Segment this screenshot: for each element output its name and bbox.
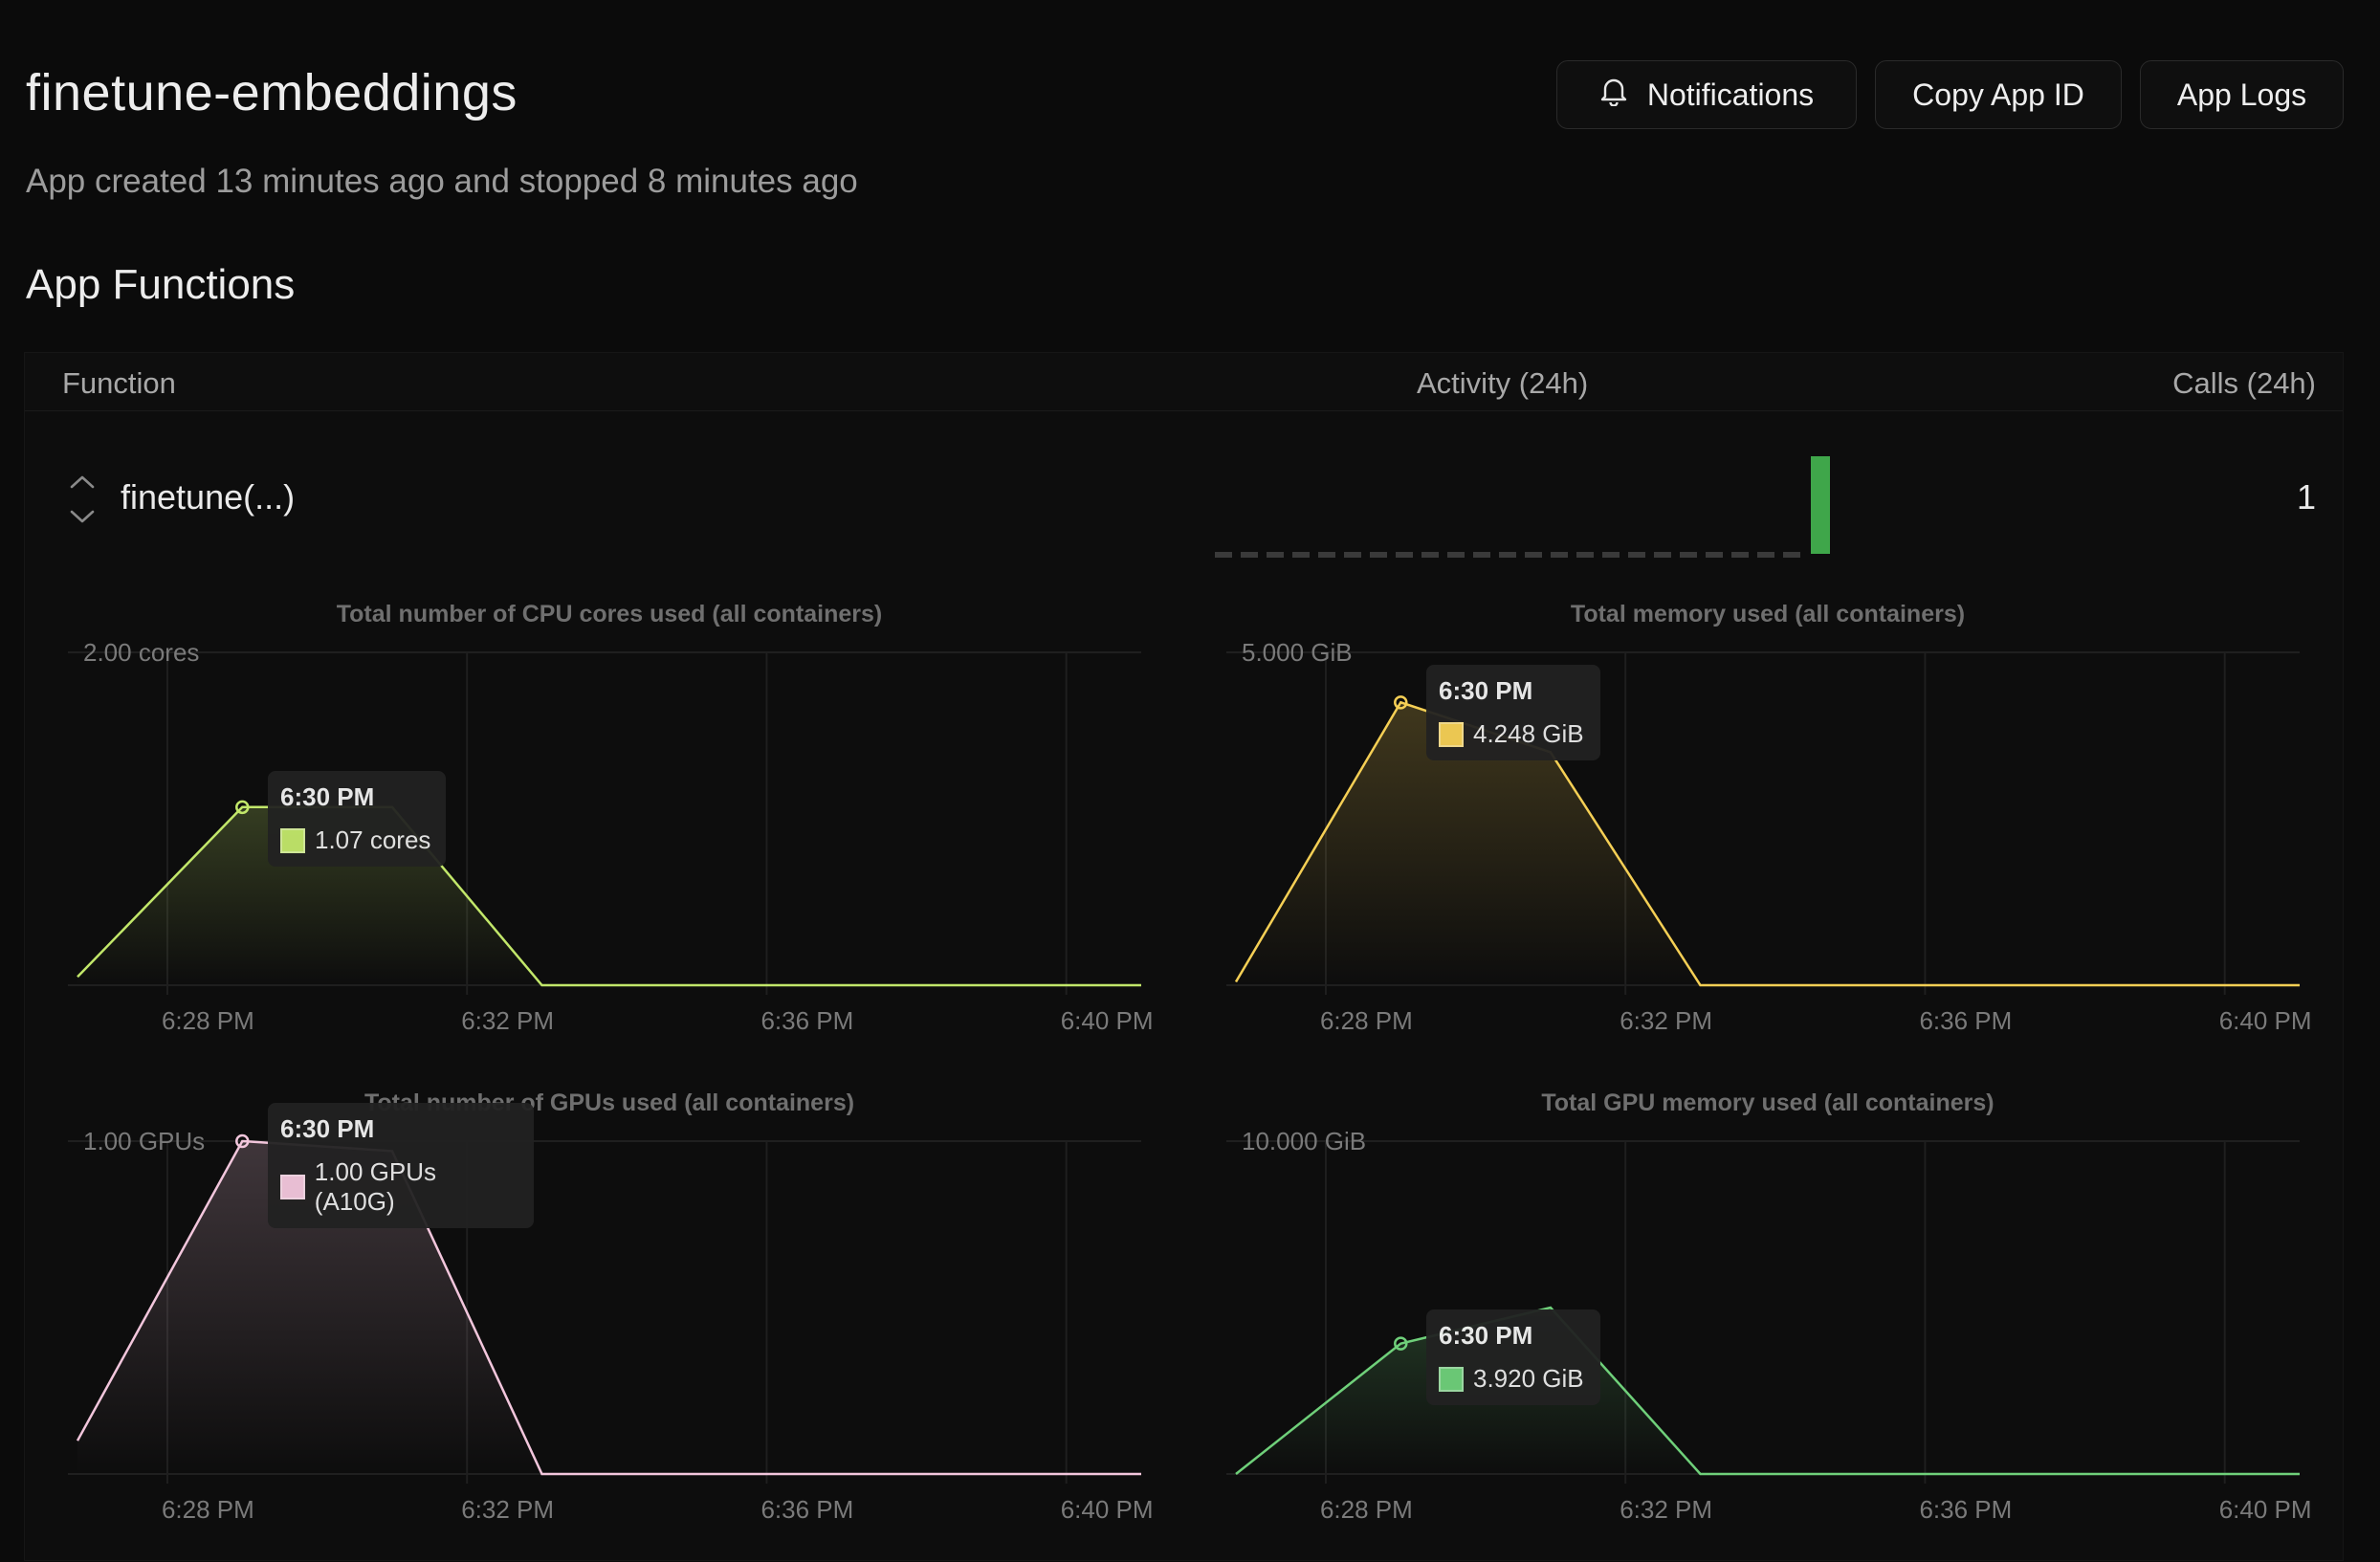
x-tick-label: 6:28 PM: [162, 1495, 254, 1524]
activity-dash: [1241, 552, 1258, 558]
y-tick-label: 5.000 GiB: [1242, 638, 1353, 667]
tooltip-value: 3.920 GiB: [1473, 1364, 1584, 1393]
chart-title: Total number of CPU cores used (all cont…: [337, 601, 882, 627]
activity-dash: [1396, 552, 1413, 558]
activity-dash: [1757, 552, 1774, 558]
x-tick-label: 6:36 PM: [760, 1495, 853, 1524]
tooltip-swatch: [1439, 1366, 1464, 1392]
x-tick-label: 6:32 PM: [1620, 1495, 1712, 1524]
tooltip-time: 6:30 PM: [280, 1114, 375, 1143]
x-tick-label: 6:32 PM: [1620, 1006, 1712, 1035]
x-tick-label: 6:40 PM: [2219, 1495, 2312, 1524]
activity-dash: [1292, 552, 1310, 558]
activity-dash: [1318, 552, 1335, 558]
app-title: finetune-embeddings: [26, 64, 518, 121]
table-header: Function Activity (24h) Calls (24h): [25, 353, 2343, 411]
x-tick-label: 6:40 PM: [1061, 1006, 1154, 1035]
tooltip-swatch: [1439, 721, 1464, 747]
column-header-function: Function: [62, 366, 176, 400]
copy-app-id-button[interactable]: Copy App ID: [1875, 60, 2122, 129]
activity-dash: [1576, 552, 1594, 558]
x-tick-label: 6:36 PM: [1919, 1006, 2012, 1035]
activity-dash: [1344, 552, 1361, 558]
activity-dash: [1447, 552, 1465, 558]
activity-dash: [1628, 552, 1645, 558]
cpu-area: [77, 806, 1141, 985]
activity-dash: [1215, 552, 1232, 558]
column-header-calls: Calls (24h): [2172, 366, 2316, 400]
activity-dash: [1499, 552, 1516, 558]
gpu-memory-chart: Total GPU memory used (all containers) 6:…: [1226, 1089, 2312, 1524]
x-tick-label: 6:28 PM: [1320, 1006, 1413, 1035]
gpu-tooltip: 6:30 PM 1.00 GPUs (A10G): [268, 1103, 534, 1228]
x-tick-label: 6:36 PM: [1919, 1495, 2012, 1524]
activity-dash: [1267, 552, 1284, 558]
cpu-tooltip: 6:30 PM 1.07 cores: [268, 771, 446, 867]
x-tick-label: 6:28 PM: [1320, 1495, 1413, 1524]
gpu-chart: Total number of GPUs used (all container…: [68, 1089, 1154, 1524]
gpu-area: [77, 1141, 1141, 1474]
y-tick-label: 1.00 GPUs: [83, 1127, 205, 1155]
activity-dash: [1654, 552, 1671, 558]
chart-title: Total memory used (all containers): [1571, 601, 1965, 627]
activity-dash: [1551, 552, 1568, 558]
y-tick-label: 2.00 cores: [83, 638, 199, 667]
app-logs-button[interactable]: App Logs: [2140, 60, 2344, 129]
activity-dash: [1473, 552, 1490, 558]
gpu-memory-tooltip: 6:30 PM 3.920 GiB: [1426, 1309, 1600, 1405]
copy-app-id-label: Copy App ID: [1912, 77, 2084, 112]
function-calls-count: 1: [2296, 477, 2316, 517]
memory-chart: Total memory used (all containers) 6:28 P…: [1226, 601, 2312, 1035]
tooltip-swatch: [280, 1175, 305, 1199]
column-header-activity: Activity (24h): [1417, 366, 1589, 400]
cpu-chart: Total number of CPU cores used (all cont…: [68, 601, 1154, 1035]
activity-dash: [1706, 552, 1723, 558]
x-tick-label: 6:36 PM: [760, 1006, 853, 1035]
activity-dash: [1680, 552, 1697, 558]
function-name[interactable]: finetune(...): [121, 477, 295, 517]
chart-title: Total GPU memory used (all containers): [1541, 1089, 1994, 1116]
memory-tooltip: 6:30 PM 4.248 GiB: [1426, 665, 1600, 760]
tooltip-swatch: [280, 827, 305, 853]
app-subtitle: App created 13 minutes ago and stopped 8…: [26, 163, 858, 200]
x-tick-label: 6:32 PM: [461, 1006, 554, 1035]
tooltip-time: 6:30 PM: [280, 782, 375, 811]
activity-dash: [1602, 552, 1620, 558]
notifications-button[interactable]: Notifications: [1556, 60, 1857, 129]
activity-dash: [1731, 552, 1749, 558]
activity-dash: [1525, 552, 1542, 558]
activity-dash: [1421, 552, 1439, 558]
gpu-memory-area: [1236, 1308, 2300, 1474]
activity-sparkline: [1215, 456, 1830, 558]
memory-area: [1236, 702, 2300, 985]
x-tick-label: 6:28 PM: [162, 1006, 254, 1035]
app-logs-label: App Logs: [2176, 77, 2307, 112]
section-title: App Functions: [26, 261, 296, 308]
x-tick-label: 6:40 PM: [2219, 1006, 2312, 1035]
tooltip-time: 6:30 PM: [1439, 1321, 1533, 1350]
functions-table: Function Activity (24h) Calls (24h) fine…: [24, 352, 2344, 1561]
tooltip-value: 1.00 GPUs (A10G): [314, 1157, 436, 1216]
x-tick-label: 6:32 PM: [461, 1495, 554, 1524]
tooltip-value: 1.07 cores: [315, 825, 431, 854]
activity-dash: [1370, 552, 1387, 558]
y-tick-label: 10.000 GiB: [1242, 1127, 1366, 1155]
activity-bar: [1811, 456, 1830, 554]
activity-dash: [1783, 552, 1800, 558]
tooltip-time: 6:30 PM: [1439, 676, 1533, 705]
notifications-label: Notifications: [1646, 77, 1815, 112]
tooltip-value: 4.248 GiB: [1473, 719, 1584, 748]
bell-icon: [1599, 76, 1628, 114]
x-tick-label: 6:40 PM: [1061, 1495, 1154, 1524]
chevron-up-down-icon[interactable]: [63, 470, 101, 529]
